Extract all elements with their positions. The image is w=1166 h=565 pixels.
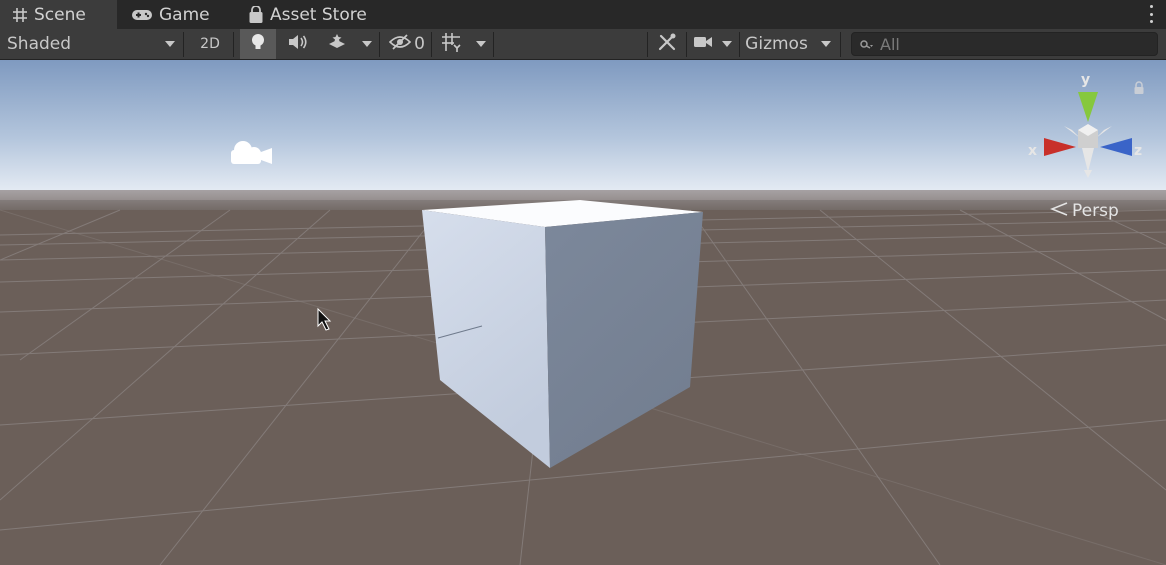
- grid-snapping-button[interactable]: [434, 29, 468, 59]
- grid-dropdown-button[interactable]: [470, 29, 492, 59]
- search-field[interactable]: [851, 32, 1158, 56]
- audio-toggle-button[interactable]: [278, 29, 316, 59]
- camera-icon: [693, 34, 713, 54]
- axis-label-y: y: [1081, 72, 1091, 88]
- tab-asset-store[interactable]: Asset Store: [236, 0, 396, 29]
- tab-asset-store-label: Asset Store: [270, 4, 367, 25]
- axis-label-x: x: [1028, 143, 1038, 159]
- search-input[interactable]: [880, 34, 1140, 54]
- camera-settings-button[interactable]: [690, 29, 716, 59]
- hidden-objects-toggle[interactable]: 0: [384, 29, 430, 59]
- gizmos-button[interactable]: Gizmos: [740, 29, 813, 59]
- grid-icon: [12, 7, 28, 23]
- grid-snap-icon: [441, 32, 461, 57]
- draw-mode-dropdown[interactable]: Shaded: [0, 29, 183, 59]
- toggle-2d-button[interactable]: 2D: [192, 29, 228, 59]
- chevron-left-icon: [1049, 201, 1068, 221]
- chevron-down-icon: [476, 41, 486, 47]
- tab-scene-label: Scene: [34, 4, 86, 25]
- scene-toolbar: Shaded 2D 0 Gizmos All: [0, 29, 1166, 60]
- tab-scene[interactable]: Scene: [0, 0, 117, 29]
- tab-bar: Scene Game Asset Store: [0, 0, 1166, 29]
- chevron-down-icon: [165, 41, 175, 47]
- axis-label-z: z: [1134, 143, 1143, 159]
- lighting-toggle-button[interactable]: [240, 29, 276, 59]
- effects-toggle-button[interactable]: [318, 29, 356, 59]
- chevron-down-icon: [722, 41, 732, 47]
- tools-button[interactable]: [650, 29, 684, 59]
- search-icon: [860, 35, 874, 54]
- effects-dropdown-button[interactable]: [356, 29, 378, 59]
- draw-mode-label: Shaded: [7, 34, 72, 54]
- speaker-icon: [287, 34, 307, 55]
- scene-viewport[interactable]: y x z Persp: [0, 60, 1166, 565]
- gamepad-icon: [131, 8, 153, 22]
- tab-game-label: Game: [159, 4, 210, 25]
- chevron-down-icon: [362, 41, 372, 47]
- scene-render[interactable]: [0, 60, 1166, 565]
- tab-game[interactable]: Game: [119, 0, 237, 29]
- shopping-bag-icon: [248, 5, 264, 24]
- lightbulb-icon: [251, 33, 265, 56]
- chevron-down-icon: [821, 41, 831, 47]
- more-options-icon[interactable]: [1148, 5, 1154, 23]
- eye-slash-icon: [388, 33, 412, 55]
- gizmos-label: Gizmos: [745, 34, 808, 54]
- gizmos-dropdown-button[interactable]: [814, 29, 838, 59]
- effects-icon: [327, 33, 347, 56]
- projection-toggle[interactable]: Persp: [1049, 201, 1119, 221]
- toggle-2d-label: 2D: [200, 36, 220, 52]
- camera-dropdown-button[interactable]: [716, 29, 738, 59]
- projection-label: Persp: [1072, 201, 1119, 221]
- tools-icon: [657, 32, 677, 57]
- lock-icon[interactable]: [1133, 80, 1145, 99]
- hidden-count: 0: [414, 34, 425, 54]
